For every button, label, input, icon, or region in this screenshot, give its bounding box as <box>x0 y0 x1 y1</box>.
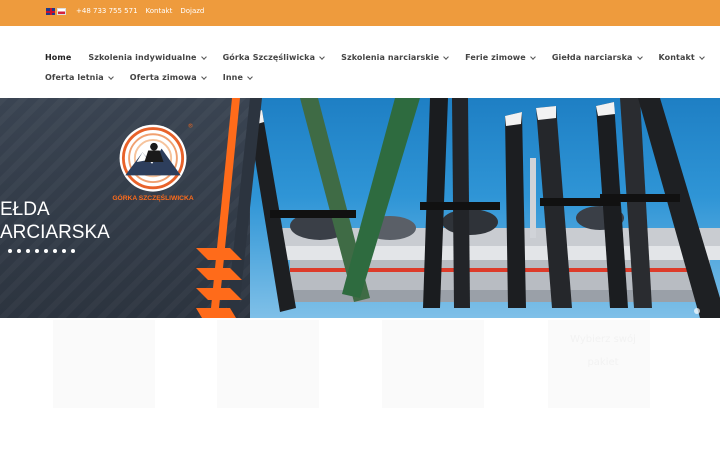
slider-dots <box>8 249 75 253</box>
chevron-down-icon <box>529 53 536 60</box>
english-flag-icon[interactable] <box>46 8 55 15</box>
offer-card-placeholder <box>53 320 155 408</box>
faded-text-line2: pakiet <box>587 357 619 368</box>
chevron-down-icon <box>319 53 325 60</box>
nav-item-label: Giełda narciarska <box>551 53 633 62</box>
slider-dot[interactable] <box>71 249 75 253</box>
chevron-down-icon <box>443 53 449 60</box>
slider-dot[interactable] <box>8 249 12 253</box>
chevron-down-icon <box>200 73 207 80</box>
nav-row-2: Oferta letnia Oferta zimowa Inne <box>45 73 269 82</box>
nav-item-label: Inne <box>222 73 243 82</box>
nav-row-1: Home Szkolenia indywidualne Górka Szczęś… <box>45 53 720 62</box>
nav-item-inne[interactable]: Inne <box>222 73 253 82</box>
nav-item-label: Home <box>45 53 72 62</box>
faded-text-line1: Wybierz swój <box>570 334 636 345</box>
main-navigation: Home Szkolenia indywidualne Górka Szczęś… <box>0 26 720 98</box>
nav-item-label: Oferta letnia <box>45 73 104 82</box>
nav-item-label: Górka Szczęśliwicka <box>222 53 316 62</box>
chevron-down-icon <box>636 53 643 60</box>
hero-title-line1: EŁDA <box>0 199 50 220</box>
svg-text:GÓRKA SZCZĘŚLIWICKA: GÓRKA SZCZĘŚLIWICKA <box>112 193 193 202</box>
slider-dot[interactable] <box>35 249 39 253</box>
nav-item-kontakt[interactable]: Kontakt <box>658 53 705 62</box>
gorka-szczesliwicka-logo[interactable]: GÓRKA SZCZĘŚLIWICKA ® <box>110 118 196 204</box>
slider-dot[interactable] <box>26 249 30 253</box>
offer-card-placeholder <box>217 320 319 408</box>
nav-item-szkolenia-indywidualne[interactable]: Szkolenia indywidualne <box>88 53 207 62</box>
nav-item-label: Szkolenia indywidualne <box>88 53 197 62</box>
nav-item-oferta-zimowa[interactable]: Oferta zimowa <box>129 73 207 82</box>
nav-item-label: Ferie zimowe <box>465 53 526 62</box>
faded-package-text: Wybierz swój pakiet <box>558 328 648 374</box>
offer-card-placeholder <box>382 320 484 408</box>
nav-item-ferie-zimowe[interactable]: Ferie zimowe <box>465 53 536 62</box>
hero-title: EŁDA ARCIARSKA <box>0 198 110 244</box>
hero-banner: GÓRKA SZCZĘŚLIWICKA ® EŁDA ARCIARSKA <box>0 98 720 318</box>
chevron-down-icon <box>200 53 207 60</box>
nav-item-szkolenia-narciarskie[interactable]: Szkolenia narciarskie <box>341 53 449 62</box>
nav-item-label: Szkolenia narciarskie <box>341 53 440 62</box>
slider-dot[interactable] <box>62 249 66 253</box>
slider-dot[interactable] <box>44 249 48 253</box>
top-contact-info: +48 733 755 571 Kontakt Dojazd <box>76 7 204 15</box>
nav-item-home[interactable]: Home <box>45 53 71 62</box>
slider-dot[interactable] <box>17 249 21 253</box>
nav-item-gielda-narciarska[interactable]: Giełda narciarska <box>551 53 643 62</box>
nav-item-oferta-letnia[interactable]: Oferta letnia <box>45 73 114 82</box>
nav-item-label: Oferta zimowa <box>129 73 197 82</box>
chevron-down-icon <box>107 73 114 80</box>
hero-corner-marker-icon <box>694 308 700 314</box>
chevron-down-icon <box>698 53 705 60</box>
contact-link[interactable]: Kontakt <box>146 7 173 15</box>
language-switcher <box>46 8 66 15</box>
nav-item-label: Kontakt <box>658 53 695 62</box>
content-area: Wybierz swój pakiet <box>0 318 720 450</box>
directions-link[interactable]: Dojazd <box>180 7 204 15</box>
phone-link[interactable]: +48 733 755 571 <box>76 7 138 15</box>
top-bar: +48 733 755 571 Kontakt Dojazd <box>0 0 720 26</box>
nav-item-gorka-szczesliwicka[interactable]: Górka Szczęśliwicka <box>223 53 325 62</box>
svg-text:®: ® <box>188 123 193 130</box>
chevron-down-icon <box>247 73 253 80</box>
slider-dot[interactable] <box>53 249 57 253</box>
polish-flag-icon[interactable] <box>57 8 66 15</box>
hero-title-line2: ARCIARSKA <box>0 222 110 243</box>
